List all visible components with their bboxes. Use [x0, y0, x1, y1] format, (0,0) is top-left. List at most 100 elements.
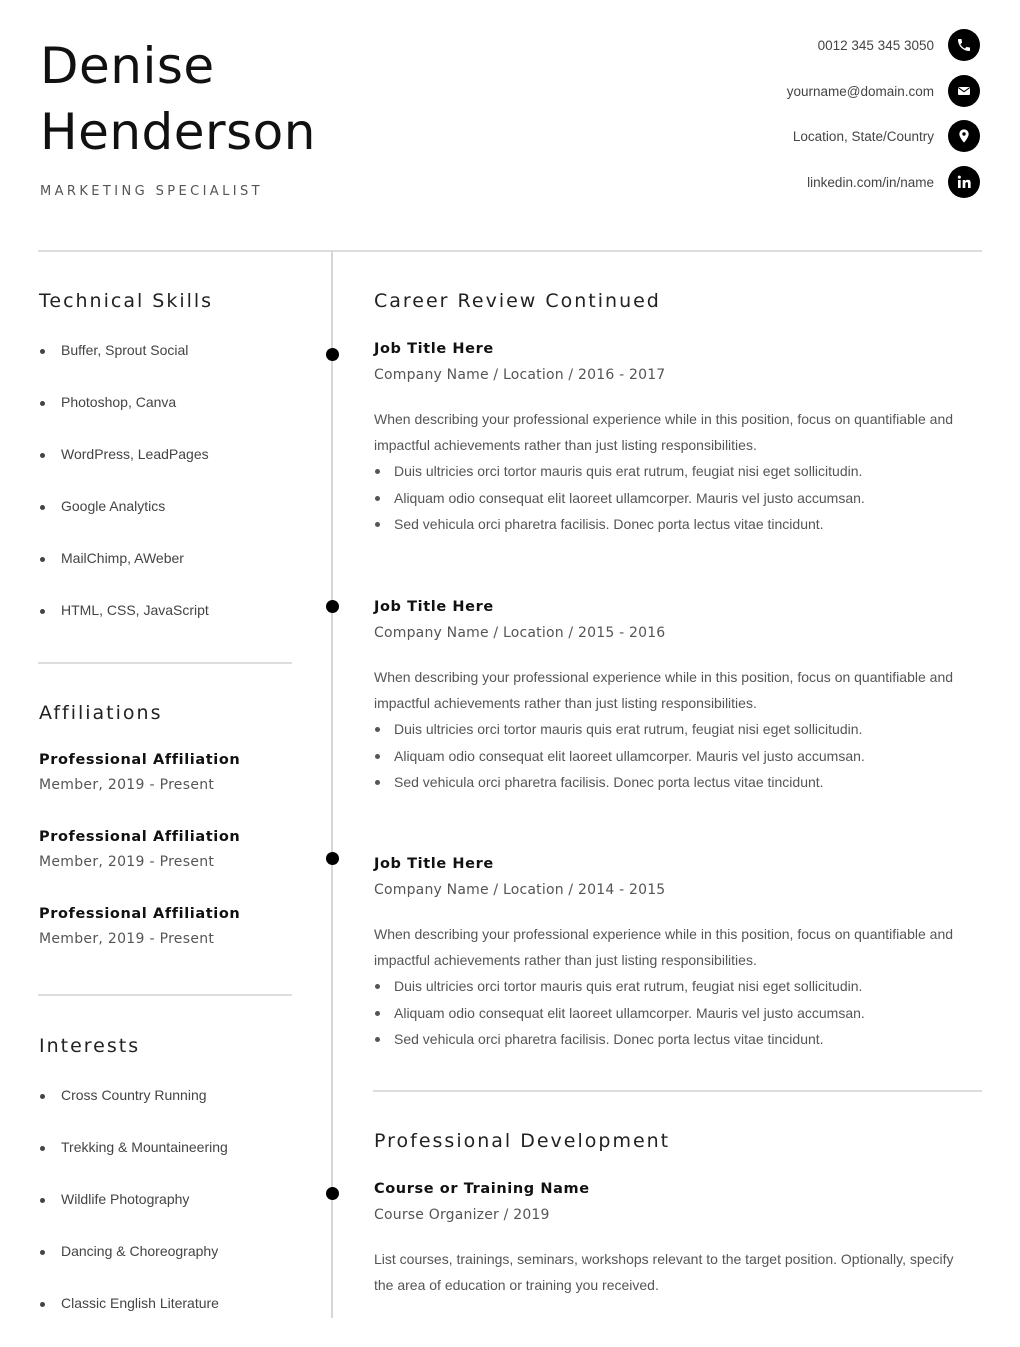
bullet-icon	[375, 780, 380, 786]
list-item: HTML, CSS, JavaScript	[39, 602, 319, 654]
affiliation-name: Professional Affiliation	[39, 752, 241, 768]
list-item: Cross Country Running	[39, 1087, 319, 1139]
affiliation-item: Professional Affiliation Member, 2019 - …	[39, 829, 240, 870]
mail-icon	[948, 75, 980, 107]
contact-phone: 0012 345 345 3050	[660, 29, 980, 61]
career-heading: Career Review Continued	[374, 290, 661, 312]
job-entry: Job Title Here Company Name / Location /…	[374, 856, 974, 1053]
job-bullets: Duis ultricies orci tortor mauris quis e…	[374, 716, 974, 796]
job-title: Job Title Here	[374, 856, 494, 872]
skills-heading: Technical Skills	[39, 290, 214, 312]
bullet-icon	[375, 983, 380, 989]
bullet-icon	[40, 1146, 45, 1151]
linkedin-icon	[948, 166, 980, 198]
list-item: Photoshop, Canva	[39, 394, 319, 446]
affiliation-detail: Member, 2019 - Present	[39, 854, 215, 870]
timeline-line	[331, 251, 333, 1318]
phone-text: 0012 345 345 3050	[817, 37, 934, 53]
affiliations-divider	[38, 994, 292, 996]
job-title: Job Title Here	[374, 341, 494, 357]
list-item: Duis ultricies orci tortor mauris quis e…	[374, 716, 974, 743]
job-description: When describing your professional experi…	[374, 669, 954, 711]
job-description: When describing your professional experi…	[374, 411, 954, 453]
course-description: List courses, trainings, seminars, works…	[374, 1251, 954, 1293]
candidate-name: Denise Henderson	[40, 33, 316, 165]
list-item: MailChimp, AWeber	[39, 550, 319, 602]
bullet-icon	[40, 505, 45, 510]
course-name: Course or Training Name	[374, 1181, 590, 1197]
header-divider	[38, 250, 982, 252]
interests-list: Cross Country Running Trekking & Mountai…	[39, 1087, 319, 1347]
list-item: WordPress, LeadPages	[39, 446, 319, 498]
bullet-icon	[40, 1198, 45, 1203]
affiliation-detail: Member, 2019 - Present	[39, 931, 215, 947]
timeline-dot	[326, 852, 339, 865]
bullet-icon	[375, 522, 380, 528]
bullet-icon	[40, 1250, 45, 1255]
list-item: Aliquam odio consequat elit laoreet ulla…	[374, 1000, 974, 1027]
list-item: Dancing & Choreography	[39, 1243, 319, 1295]
list-item: Duis ultricies orci tortor mauris quis e…	[374, 973, 974, 1000]
timeline-dot	[326, 348, 339, 361]
bullet-icon	[40, 349, 45, 354]
job-bullets: Duis ultricies orci tortor mauris quis e…	[374, 458, 974, 538]
bullet-icon	[375, 495, 380, 501]
bullet-icon	[375, 1010, 380, 1016]
list-item: Duis ultricies orci tortor mauris quis e…	[374, 458, 974, 485]
contact-location: Location, State/Country	[660, 120, 980, 152]
bullet-icon	[40, 1094, 45, 1099]
timeline-dot	[326, 1187, 339, 1200]
bullet-icon	[40, 609, 45, 614]
affiliation-item: Professional Affiliation Member, 2019 - …	[39, 752, 240, 793]
job-company: Company Name / Location / 2015 - 2016	[374, 625, 666, 641]
contact-linkedin: linkedin.com/in/name	[660, 166, 980, 198]
bullet-icon	[375, 753, 380, 759]
development-heading: Professional Development	[374, 1130, 671, 1152]
skills-list: Buffer, Sprout Social Photoshop, Canva W…	[39, 342, 319, 654]
list-item: Sed vehicula orci pharetra facilisis. Do…	[374, 511, 974, 538]
bullet-icon	[40, 453, 45, 458]
list-item: Google Analytics	[39, 498, 319, 550]
interests-heading: Interests	[39, 1035, 141, 1057]
last-name: Henderson	[40, 103, 316, 161]
affiliation-name: Professional Affiliation	[39, 829, 241, 845]
list-item: Classic English Literature	[39, 1295, 319, 1347]
list-item: Wildlife Photography	[39, 1191, 319, 1243]
course-entry: Course or Training Name Course Organizer…	[374, 1181, 954, 1298]
email-text[interactable]: yourname@domain.com	[787, 84, 934, 99]
list-item: Sed vehicula orci pharetra facilisis. Do…	[374, 769, 974, 796]
bullet-icon	[40, 401, 45, 406]
bullet-icon	[375, 1037, 380, 1043]
affiliations-heading: Affiliations	[39, 702, 163, 724]
role-title: MARKETING SPECIALIST	[40, 184, 263, 199]
job-title: Job Title Here	[374, 599, 494, 615]
phone-icon	[948, 29, 980, 61]
job-bullets: Duis ultricies orci tortor mauris quis e…	[374, 973, 974, 1053]
job-entry: Job Title Here Company Name / Location /…	[374, 341, 974, 538]
bullet-icon	[40, 557, 45, 562]
location-text: Location, State/Country	[792, 128, 934, 144]
list-item: Buffer, Sprout Social	[39, 342, 319, 394]
course-organizer: Course Organizer / 2019	[374, 1207, 550, 1223]
linkedin-text[interactable]: linkedin.com/in/name	[807, 175, 934, 190]
job-company: Company Name / Location / 2014 - 2015	[374, 882, 666, 898]
career-divider	[373, 1090, 982, 1092]
location-pin-icon	[948, 120, 980, 152]
job-company: Company Name / Location / 2016 - 2017	[374, 367, 666, 383]
skills-divider	[38, 662, 292, 664]
timeline-dot	[326, 600, 339, 613]
affiliation-name: Professional Affiliation	[39, 906, 241, 922]
list-item: Sed vehicula orci pharetra facilisis. Do…	[374, 1026, 974, 1053]
list-item: Aliquam odio consequat elit laoreet ulla…	[374, 743, 974, 770]
affiliation-item: Professional Affiliation Member, 2019 - …	[39, 906, 240, 947]
bullet-icon	[40, 1302, 45, 1307]
first-name: Denise	[40, 37, 215, 95]
list-item: Aliquam odio consequat elit laoreet ulla…	[374, 485, 974, 512]
job-entry: Job Title Here Company Name / Location /…	[374, 599, 974, 796]
affiliation-detail: Member, 2019 - Present	[39, 777, 215, 793]
list-item: Trekking & Mountaineering	[39, 1139, 319, 1191]
job-description: When describing your professional experi…	[374, 926, 954, 968]
bullet-icon	[375, 468, 380, 474]
contact-email: yourname@domain.com	[660, 75, 980, 107]
bullet-icon	[375, 726, 380, 732]
